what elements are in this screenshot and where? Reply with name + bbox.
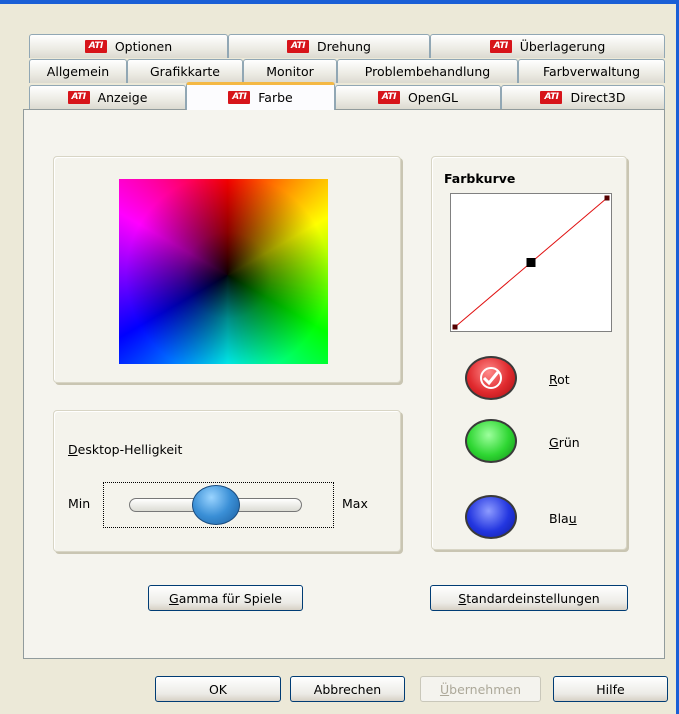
- color-spectrum-preview: [119, 179, 328, 364]
- green-channel-label: Grün: [549, 435, 580, 450]
- brightness-slider-thumb[interactable]: [191, 485, 240, 525]
- curve-control-point[interactable]: [526, 258, 536, 267]
- tab-label: Monitor: [266, 64, 314, 79]
- tab-farbe[interactable]: Farbe: [186, 82, 335, 110]
- tab-label: Grafikkarte: [149, 64, 220, 79]
- ati-logo-icon: [489, 40, 512, 53]
- tab-ueberlagerung[interactable]: Überlagerung: [430, 34, 665, 58]
- blue-channel-label: Blau: [549, 511, 577, 526]
- color-curve-graph[interactable]: [450, 193, 612, 332]
- tab-label: OpenGL: [407, 90, 459, 105]
- curve-control-point[interactable]: [452, 324, 458, 330]
- default-settings-button[interactable]: Standardeinstellungen: [430, 585, 628, 611]
- red-channel-button[interactable]: [465, 356, 517, 400]
- gamma-for-games-button[interactable]: Gamma für Spiele: [148, 585, 303, 611]
- ati-logo-icon: [67, 91, 90, 104]
- ati-logo-icon: [540, 91, 563, 104]
- window-frame-top: [0, 0, 679, 4]
- tab-problembehandlung[interactable]: Problembehandlung: [337, 59, 518, 83]
- tab-label: Farbverwaltung: [542, 64, 641, 79]
- curve-control-point[interactable]: [604, 195, 610, 201]
- red-channel-label: Rot: [549, 372, 570, 387]
- ati-logo-icon: [84, 40, 107, 53]
- tab-anzeige[interactable]: Anzeige: [29, 85, 186, 109]
- brightness-max-label: Max: [342, 496, 368, 511]
- help-button[interactable]: Hilfe: [553, 676, 668, 702]
- tab-label: Allgemein: [46, 64, 110, 79]
- ati-logo-icon: [228, 91, 251, 104]
- tab-opengl[interactable]: OpenGL: [335, 85, 501, 109]
- green-channel-button[interactable]: [465, 419, 517, 463]
- ati-logo-icon: [287, 40, 310, 53]
- tab-direct3d[interactable]: Direct3D: [501, 85, 665, 109]
- tab-label: Überlagerung: [519, 39, 606, 54]
- cancel-button[interactable]: Abbrechen: [290, 676, 405, 702]
- tab-label: Farbe: [258, 90, 293, 105]
- tab-label: Drehung: [317, 39, 371, 54]
- apply-button[interactable]: Übernehmen: [420, 676, 541, 702]
- ati-logo-icon: [377, 91, 400, 104]
- checkmark-icon: [480, 367, 502, 389]
- brightness-group: [53, 410, 401, 552]
- brightness-min-label: Min: [68, 496, 91, 511]
- tab-optionen[interactable]: Optionen: [29, 34, 228, 58]
- tab-grafikkarte[interactable]: Grafikkarte: [127, 59, 243, 83]
- tab-farbverwaltung[interactable]: Farbverwaltung: [518, 59, 665, 83]
- curve-title: Farbkurve: [444, 171, 516, 186]
- tab-drehung[interactable]: Drehung: [228, 34, 430, 58]
- blue-channel-button[interactable]: [465, 495, 517, 539]
- tab-label: Optionen: [114, 39, 173, 54]
- tab-label: Anzeige: [97, 90, 148, 105]
- tab-label: Direct3D: [570, 90, 626, 105]
- tab-label: Problembehandlung: [364, 64, 491, 79]
- tab-monitor[interactable]: Monitor: [243, 59, 337, 83]
- brightness-title: Desktop-Helligkeit: [68, 442, 183, 457]
- ok-button[interactable]: OK: [155, 676, 281, 702]
- tab-allgemein[interactable]: Allgemein: [29, 59, 127, 83]
